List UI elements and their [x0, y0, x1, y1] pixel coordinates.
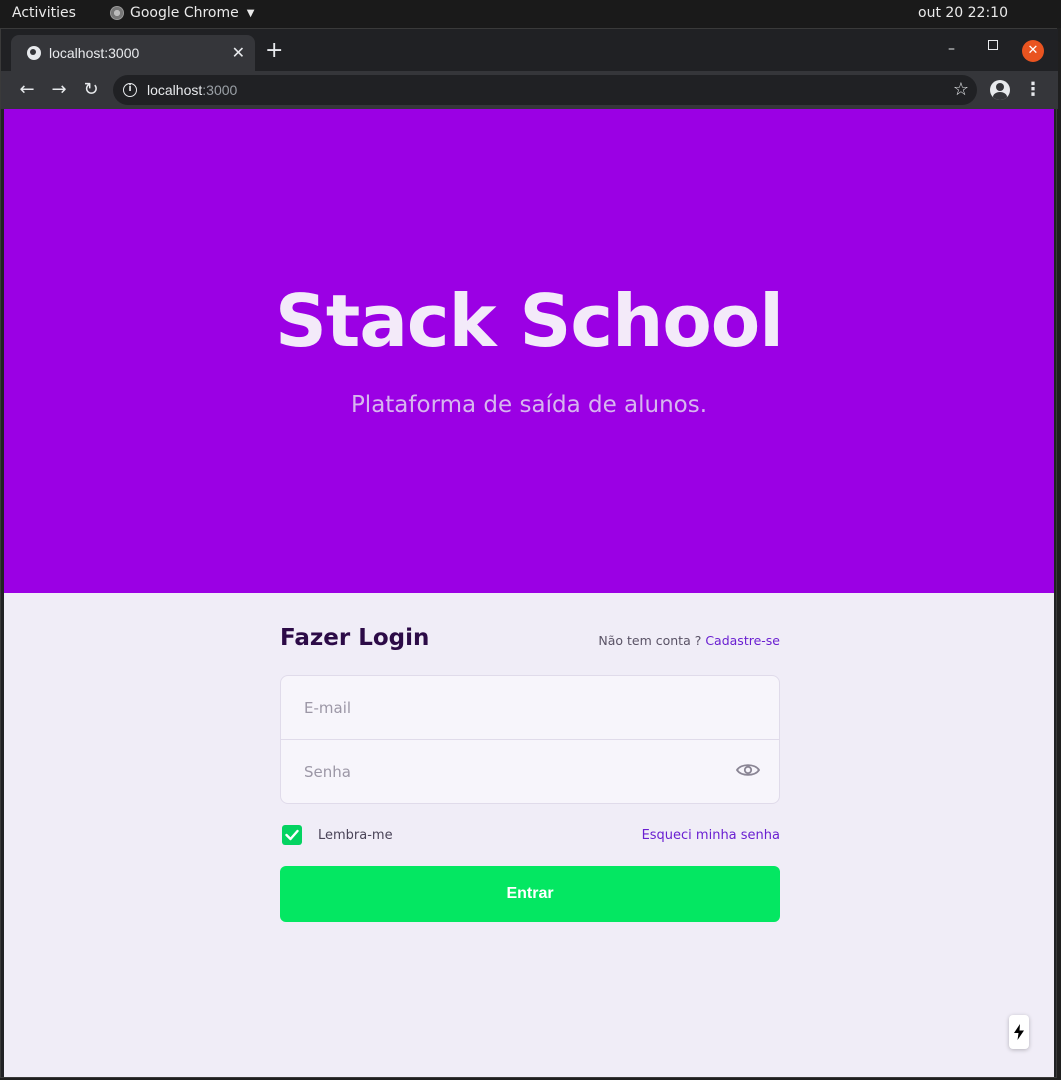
no-account-text: Não tem conta ?	[598, 633, 706, 648]
reload-icon[interactable]: ↻	[79, 78, 103, 102]
remember-checkbox[interactable]	[282, 825, 302, 845]
options-row: Lembra-me Esqueci minha senha	[280, 825, 780, 847]
page-viewport: Stack School Plataforma de saída de alun…	[4, 109, 1054, 1077]
address-bar[interactable]: i localhost:3000 ☆	[113, 75, 977, 105]
login-heading: Fazer Login	[280, 625, 430, 651]
window-close-button[interactable]: ✕	[1022, 40, 1044, 62]
tab-close-icon[interactable]: ✕	[232, 43, 245, 62]
login-form: Fazer Login Não tem conta ? Cadastre-se	[280, 625, 780, 922]
globe-icon	[27, 46, 41, 60]
app-name: Google Chrome	[130, 5, 239, 21]
password-field-wrapper	[281, 740, 779, 804]
chrome-icon	[110, 6, 124, 20]
hero-title: Stack School	[275, 279, 784, 363]
caret-down-icon: ▼	[246, 7, 255, 19]
minimize-button[interactable]: –	[948, 41, 955, 57]
signup-prompt: Não tem conta ? Cadastre-se	[598, 633, 780, 648]
password-input[interactable]	[281, 740, 779, 804]
nextjs-indicator[interactable]	[1009, 1015, 1029, 1049]
remember-label: Lembra-me	[318, 828, 393, 843]
app-menu[interactable]: Google Chrome ▼	[110, 5, 254, 21]
maximize-button[interactable]	[988, 40, 998, 50]
url-text[interactable]: localhost:3000	[147, 82, 237, 98]
hero-banner: Stack School Plataforma de saída de alun…	[4, 109, 1054, 593]
browser-window: localhost:3000 ✕ + – ✕ ← → ↻ i localhost…	[0, 28, 1058, 1078]
menu-kebab-icon[interactable]: ⋮	[1024, 79, 1042, 100]
back-arrow-icon[interactable]: ←	[15, 78, 39, 102]
login-header: Fazer Login Não tem conta ? Cadastre-se	[280, 625, 780, 655]
activities-button[interactable]: Activities	[12, 5, 76, 21]
signup-link[interactable]: Cadastre-se	[705, 633, 780, 648]
email-field-wrapper	[281, 676, 779, 740]
forward-arrow-icon[interactable]: →	[47, 78, 71, 102]
browser-toolbar: ← → ↻ i localhost:3000 ☆ ⋮	[1, 71, 1058, 109]
bookmark-star-icon[interactable]: ☆	[953, 79, 969, 100]
credentials-box	[280, 675, 780, 804]
tab-title: localhost:3000	[49, 45, 140, 61]
forgot-password-link[interactable]: Esqueci minha senha	[642, 828, 780, 843]
lightning-icon	[1014, 1024, 1024, 1040]
profile-avatar-icon[interactable]	[990, 80, 1010, 100]
system-top-bar: Activities Google Chrome ▼ out 20 22:10	[0, 0, 1061, 28]
submit-button[interactable]: Entrar	[280, 866, 780, 922]
clock[interactable]: out 20 22:10	[918, 5, 1008, 21]
eye-icon[interactable]	[735, 762, 761, 778]
email-input[interactable]	[281, 676, 779, 739]
info-icon[interactable]: i	[123, 83, 137, 97]
hero-subtitle: Plataforma de saída de alunos.	[350, 392, 708, 418]
tab-strip: localhost:3000 ✕ + – ✕	[1, 29, 1058, 71]
new-tab-button[interactable]: +	[265, 40, 283, 62]
tab-localhost[interactable]: localhost:3000 ✕	[11, 35, 255, 71]
